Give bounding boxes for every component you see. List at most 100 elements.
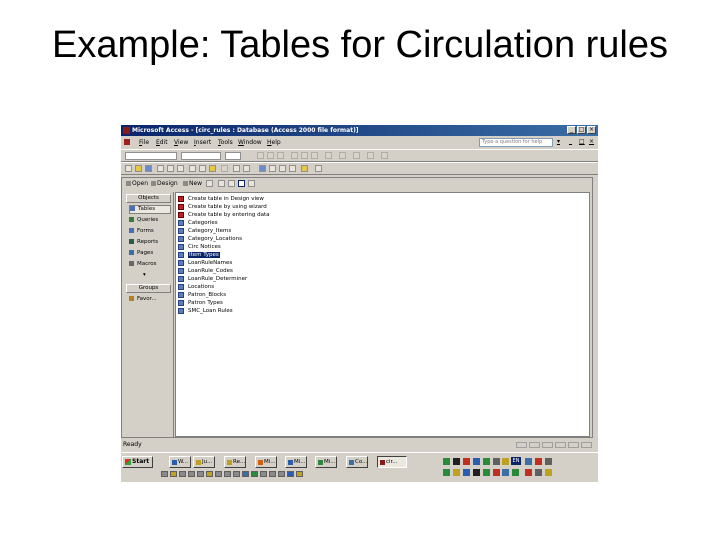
list-view-icon[interactable]: [238, 180, 245, 187]
tray-icon[interactable]: [443, 458, 450, 465]
tray-icon[interactable]: [473, 458, 480, 465]
quick-launch-icon[interactable]: [215, 471, 222, 477]
sidebar-item-pages[interactable]: Pages: [129, 249, 171, 258]
access-app-icon[interactable]: [123, 127, 130, 134]
new-object-icon[interactable]: [301, 165, 308, 172]
font-color-icon[interactable]: [339, 152, 346, 159]
minimize-button[interactable]: _: [567, 126, 576, 134]
font-select[interactable]: [181, 152, 221, 160]
objects-header[interactable]: Objects: [126, 194, 171, 203]
menu-edit[interactable]: Edit: [156, 139, 168, 146]
help-icon[interactable]: [315, 165, 322, 172]
list-item[interactable]: Patron_Blocks: [178, 291, 226, 299]
delete-icon[interactable]: [206, 180, 213, 187]
italic-icon[interactable]: [267, 152, 274, 159]
bold-icon[interactable]: [257, 152, 264, 159]
sidebar-item-tables[interactable]: Tables: [129, 205, 171, 214]
list-item[interactable]: LoanRuleNames: [178, 259, 232, 267]
list-item[interactable]: Category_Items: [178, 227, 231, 235]
properties-icon[interactable]: [279, 165, 286, 172]
list-item-selected[interactable]: Item Types: [178, 251, 220, 259]
menu-insert[interactable]: Insert: [194, 139, 211, 146]
fill-color-icon[interactable]: [325, 152, 332, 159]
print-icon[interactable]: [157, 165, 164, 172]
tray-icon[interactable]: [483, 469, 490, 476]
tray-icon[interactable]: [535, 458, 542, 465]
line-color-icon[interactable]: [353, 152, 360, 159]
maximize-button[interactable]: □: [577, 126, 586, 134]
quick-launch-icon[interactable]: [224, 471, 231, 477]
tray-icon[interactable]: [512, 469, 519, 476]
list-item[interactable]: Circ Notices: [178, 243, 221, 251]
small-icons-icon[interactable]: [228, 180, 235, 187]
doc-minimize-button[interactable]: _: [569, 138, 572, 145]
open-button[interactable]: Open: [126, 180, 148, 187]
menu-file[interactable]: File: [139, 139, 149, 146]
tray-icon[interactable]: [473, 469, 480, 476]
tray-icon[interactable]: [502, 469, 509, 476]
spelling-icon[interactable]: [177, 165, 184, 172]
start-button[interactable]: Start: [122, 456, 153, 468]
quick-launch-icon[interactable]: [260, 471, 267, 477]
align-center-icon[interactable]: [301, 152, 308, 159]
line-width-icon[interactable]: [367, 152, 374, 159]
tray-icon[interactable]: [493, 458, 500, 465]
list-item[interactable]: Create table by using wizard: [178, 203, 267, 211]
quick-launch-icon[interactable]: [197, 471, 204, 477]
close-button[interactable]: ×: [587, 126, 596, 134]
tray-icon[interactable]: [502, 458, 509, 465]
quick-launch-icon[interactable]: [170, 471, 177, 477]
list-item[interactable]: Patron Types: [178, 299, 223, 307]
copy-icon[interactable]: [199, 165, 206, 172]
help-search-input[interactable]: Type a question for help: [479, 138, 553, 147]
quick-launch-icon[interactable]: [206, 471, 213, 477]
font-size-select[interactable]: [225, 152, 241, 160]
tray-icon[interactable]: [525, 458, 532, 465]
tray-icon[interactable]: [545, 469, 552, 476]
quick-launch-icon[interactable]: [179, 471, 186, 477]
taskbar-item[interactable]: Ju...: [193, 456, 215, 468]
list-item[interactable]: LoanRule_Determiner: [178, 275, 247, 283]
menu-help[interactable]: Help: [267, 139, 281, 146]
quick-launch-icon[interactable]: [161, 471, 168, 477]
list-item[interactable]: Locations: [178, 283, 214, 291]
doc-close-button[interactable]: ×: [589, 138, 594, 145]
menu-window[interactable]: Window: [238, 139, 262, 146]
quick-launch-icon[interactable]: [251, 471, 258, 477]
sidebar-item-queries[interactable]: Queries: [129, 216, 171, 225]
cut-icon[interactable]: [189, 165, 196, 172]
quick-launch-icon[interactable]: [242, 471, 249, 477]
quick-launch-icon[interactable]: [188, 471, 195, 477]
open-folder-icon[interactable]: [135, 165, 142, 172]
undo-icon[interactable]: [221, 165, 228, 172]
tray-icon[interactable]: [525, 469, 532, 476]
taskbar-item[interactable]: Re...: [224, 456, 246, 468]
tray-icon[interactable]: [443, 469, 450, 476]
sidebar-item-forms[interactable]: Forms: [129, 227, 171, 236]
code-icon[interactable]: [259, 165, 266, 172]
list-item[interactable]: Categories: [178, 219, 218, 227]
quick-launch-icon[interactable]: [233, 471, 240, 477]
sidebar-item-favorites[interactable]: Favor...: [129, 295, 171, 304]
align-left-icon[interactable]: [291, 152, 298, 159]
new-button[interactable]: New: [183, 180, 202, 187]
design-button[interactable]: Design: [151, 180, 178, 187]
groups-header[interactable]: Groups: [126, 284, 171, 293]
taskbar-item[interactable]: Mi...: [255, 456, 277, 468]
list-item[interactable]: Create table in Design view: [178, 195, 264, 203]
help-dropdown-icon[interactable]: ▾: [557, 138, 560, 145]
menu-tools[interactable]: Tools: [218, 139, 233, 146]
relationships-icon[interactable]: [289, 165, 296, 172]
volume-icon[interactable]: [545, 458, 552, 465]
quick-launch-icon[interactable]: [269, 471, 276, 477]
doc-restore-button[interactable]: □: [579, 138, 585, 145]
document-icon[interactable]: [124, 139, 130, 145]
window-titlebar[interactable]: Microsoft Access - [circ_rules : Databas…: [121, 125, 598, 136]
office-links-icon[interactable]: [233, 165, 240, 172]
object-select[interactable]: [125, 152, 177, 160]
taskbar-item[interactable]: Mi...: [285, 456, 307, 468]
taskbar-item[interactable]: Co...: [346, 456, 368, 468]
tray-icon[interactable]: [483, 458, 490, 465]
tray-icon[interactable]: [453, 469, 460, 476]
list-item[interactable]: Create table by entering data: [178, 211, 270, 219]
